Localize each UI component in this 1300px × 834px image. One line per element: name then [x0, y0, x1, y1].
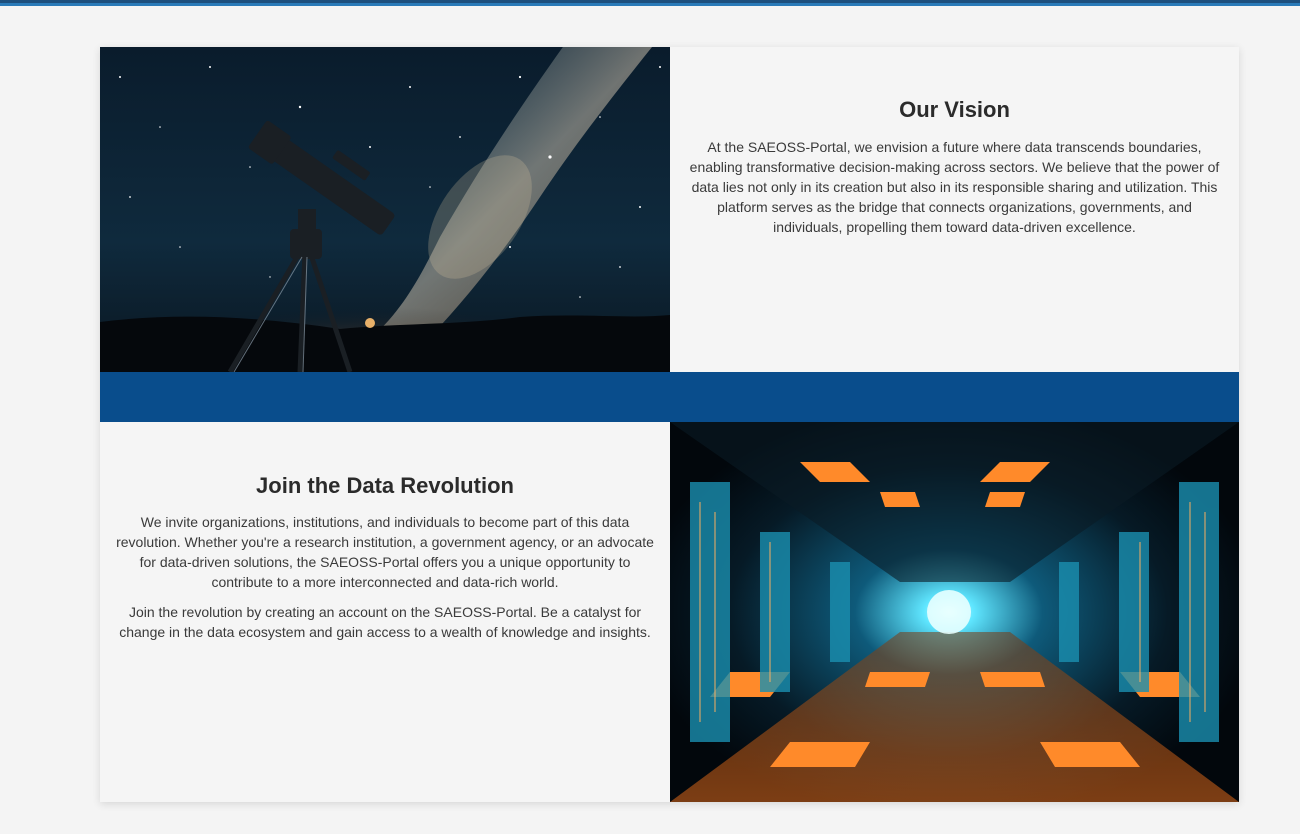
vision-heading: Our Vision	[899, 97, 1010, 122]
vision-section: Our Vision At the SAEOSS-Portal, we envi…	[100, 47, 1239, 372]
top-accent-bar	[0, 0, 1300, 6]
divider-band	[100, 372, 1239, 422]
join-text: Join the Data Revolution We invite organ…	[100, 422, 670, 802]
join-paragraph-2: Join the revolution by creating an accou…	[119, 604, 651, 640]
vision-paragraph: At the SAEOSS-Portal, we envision a futu…	[689, 139, 1220, 235]
join-section: Join the Data Revolution We invite organ…	[100, 422, 1239, 802]
data-center-image	[670, 422, 1239, 802]
join-paragraph-1: We invite organizations, institutions, a…	[116, 514, 654, 590]
telescope-image	[100, 47, 670, 372]
vision-text: Our Vision At the SAEOSS-Portal, we envi…	[670, 47, 1239, 372]
join-heading: Join the Data Revolution	[256, 473, 514, 498]
about-card: Our Vision At the SAEOSS-Portal, we envi…	[100, 47, 1239, 802]
